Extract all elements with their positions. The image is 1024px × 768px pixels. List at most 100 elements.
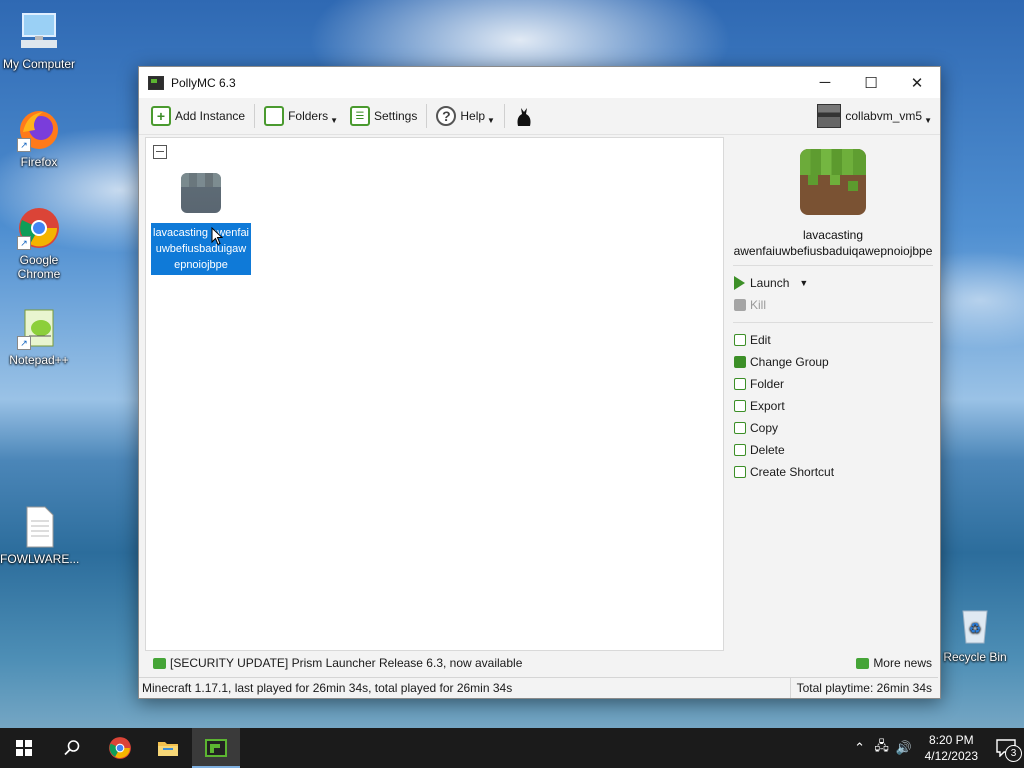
selected-instance-name: lavacasting awenfaiuwbefiusbaduiqawepnoi… [733, 228, 933, 258]
help-button[interactable]: ? Help ▼ [430, 101, 501, 131]
account-avatar-icon [817, 104, 842, 128]
edit-icon [734, 334, 746, 346]
export-label: Export [750, 399, 785, 413]
desktop-icon-label: Google Chrome [17, 253, 61, 281]
desktop-icon-label: FOWLWARE... [0, 552, 80, 566]
desktop-icon-label: Notepad++ [9, 353, 69, 367]
taskbar-chrome[interactable] [96, 728, 144, 768]
grass-block-icon[interactable] [800, 149, 866, 215]
volume-icon[interactable]: 🔊 [893, 740, 915, 756]
start-button[interactable] [0, 728, 48, 768]
dropdown-caret-icon: ▼ [330, 116, 338, 125]
notification-center-button[interactable]: 3 [988, 728, 1024, 768]
add-instance-button[interactable]: + Add Instance [145, 101, 251, 131]
create-shortcut-label: Create Shortcut [750, 465, 835, 479]
copy-button[interactable]: Copy [729, 417, 937, 439]
windows-logo-icon [16, 740, 32, 756]
text-file-icon [17, 505, 61, 549]
close-button[interactable]: ✕ [894, 67, 940, 98]
plus-icon: + [151, 106, 171, 126]
desktop-icon-fowlware[interactable]: FOWLWARE... [0, 505, 80, 566]
clock-date: 4/12/2023 [924, 749, 978, 763]
svg-text:♻: ♻ [969, 620, 982, 636]
dropdown-caret-icon: ▼ [487, 116, 495, 125]
taskbar-pollymc[interactable] [192, 728, 240, 768]
folder-icon [734, 378, 746, 390]
instance-name: lavacasting awenfaiuwbefiusbaduigawepnoi… [151, 223, 251, 275]
delete-label: Delete [750, 443, 785, 457]
notification-count-badge: 3 [1005, 745, 1022, 762]
edit-label: Edit [750, 333, 771, 347]
shortcut-icon [734, 466, 746, 478]
add-instance-label: Add Instance [175, 109, 246, 123]
change-group-label: Change Group [750, 355, 829, 369]
launch-label: Launch [750, 276, 790, 290]
account-label: collabvm_vm5 [845, 109, 923, 123]
maximize-button[interactable]: ☐ [848, 67, 894, 98]
desktop-icon-firefox[interactable]: ↗ Firefox [0, 108, 78, 169]
edit-button[interactable]: Edit [729, 329, 937, 351]
folder-icon [264, 106, 285, 126]
desktop-icon-recycle-bin[interactable]: ♻ Recycle Bin [936, 603, 1014, 664]
more-news-button[interactable]: More news [848, 656, 932, 670]
search-icon [64, 740, 80, 756]
mouse-cursor-icon [211, 227, 223, 246]
more-news-label: More news [873, 656, 932, 670]
launch-dropdown-icon[interactable]: ▼ [799, 278, 808, 288]
desktop-icon-chrome[interactable]: ↗ Google Chrome [0, 206, 78, 281]
shortcut-arrow-icon: ↗ [17, 336, 31, 350]
pollymc-window: PollyMC 6.3 ─ ☐ ✕ + Add Instance Folders… [138, 66, 941, 699]
news-icon [856, 657, 870, 669]
folders-button[interactable]: Folders ▼ [258, 101, 344, 131]
kill-icon [734, 299, 746, 311]
toolbar-separator [503, 104, 505, 128]
news-bar: [SECURITY UPDATE] Prism Launcher Release… [145, 652, 934, 674]
tray-chevron-up-icon[interactable]: ⌃ [849, 740, 871, 756]
firefox-icon: ↗ [17, 108, 61, 152]
copy-icon [734, 422, 746, 434]
news-headline[interactable]: [SECURITY UPDATE] Prism Launcher Release… [170, 656, 522, 670]
taskbar: ⌃ 🖧 🔊 8:20 PM 4/12/2023 3 [0, 728, 1024, 768]
search-button[interactable] [48, 728, 96, 768]
instance-stone-icon [181, 173, 221, 213]
shortcut-arrow-icon: ↗ [17, 138, 31, 152]
news-icon [153, 657, 166, 669]
settings-icon: ☰ [350, 106, 370, 126]
clock-time: 8:20 PM [928, 733, 974, 747]
instance-sidebar: lavacasting awenfaiuwbefiusbaduiqawepnoi… [729, 137, 937, 649]
desktop-icon-notepadpp[interactable]: ↗ Notepad++ [0, 306, 78, 367]
delete-button[interactable]: Delete [729, 439, 937, 461]
account-button[interactable]: collabvm_vm5 ▼ [811, 101, 938, 131]
settings-button[interactable]: ☰ Settings [344, 101, 423, 131]
taskbar-file-explorer[interactable] [144, 728, 192, 768]
computer-icon [17, 10, 61, 54]
kill-label: Kill [750, 298, 767, 312]
export-icon [734, 400, 746, 412]
cat-button[interactable] [508, 101, 540, 131]
kill-button[interactable]: Kill [729, 294, 937, 316]
create-shortcut-button[interactable]: Create Shortcut [729, 461, 937, 483]
minimize-button[interactable]: ─ [802, 67, 848, 98]
group-collapse-toggle[interactable] [153, 145, 167, 159]
chrome-icon [109, 737, 131, 759]
title-bar[interactable]: PollyMC 6.3 ─ ☐ ✕ [139, 67, 940, 98]
folder-label: Folder [750, 377, 785, 391]
folder-button[interactable]: Folder [729, 373, 937, 395]
sidebar-separator [733, 322, 933, 323]
cat-icon [517, 108, 531, 126]
toolbar-separator [254, 104, 256, 128]
clock[interactable]: 8:20 PM 4/12/2023 [925, 732, 978, 764]
export-button[interactable]: Export [729, 395, 937, 417]
network-icon[interactable]: 🖧 [871, 737, 893, 759]
pollymc-icon [205, 739, 227, 757]
tag-icon [734, 356, 746, 368]
launch-button[interactable]: Launch ▼ [729, 272, 937, 294]
copy-label: Copy [750, 421, 779, 435]
status-bar: Minecraft 1.17.1, last played for 26min … [139, 677, 938, 698]
instance-tile[interactable]: lavacasting awenfaiuwbefiusbaduigawepnoi… [151, 173, 251, 275]
desktop-icon-my-computer[interactable]: My Computer [0, 10, 78, 71]
change-group-button[interactable]: Change Group [729, 351, 937, 373]
trash-icon [734, 444, 746, 456]
play-icon [734, 276, 745, 290]
instance-list[interactable]: lavacasting awenfaiuwbefiusbaduigawepnoi… [145, 137, 724, 651]
